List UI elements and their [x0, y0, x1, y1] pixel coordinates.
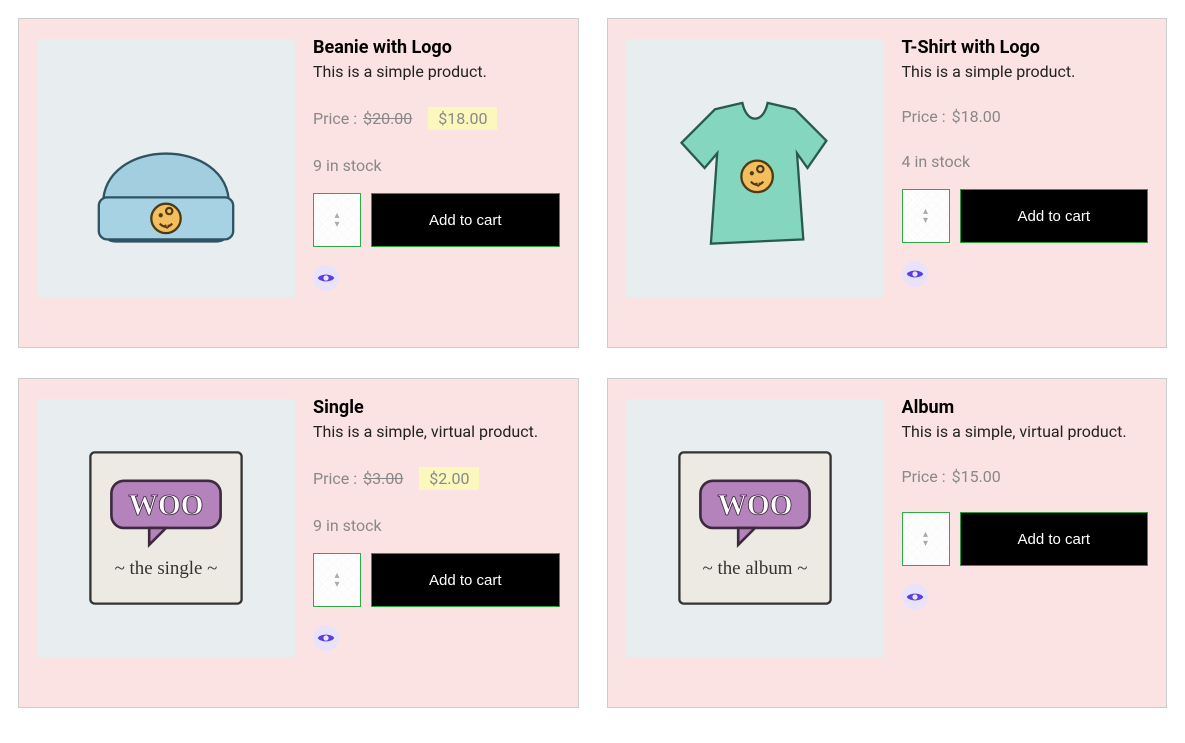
eye-icon: [906, 591, 924, 603]
tshirt-image: [650, 63, 860, 273]
product-card: Beanie with Logo This is a simple produc…: [18, 18, 579, 348]
woo-single-image: WOO ~ the single ~: [61, 423, 271, 633]
product-title: Single: [313, 397, 560, 418]
product-title: T-Shirt with Logo: [902, 37, 1149, 58]
price-line: Price : $3.00 $2.00: [313, 467, 560, 490]
svg-text:WOO: WOO: [717, 489, 792, 521]
quick-view-button[interactable]: [313, 265, 339, 291]
quantity-stepper[interactable]: ▴▾: [902, 512, 950, 566]
stepper-arrows-icon: ▴▾: [923, 207, 928, 225]
add-to-cart-button[interactable]: Add to cart: [371, 553, 560, 607]
product-image: WOO ~ the single ~: [37, 399, 295, 657]
price-regular: $18.00: [952, 107, 1001, 126]
stock-count: 4 in stock: [902, 152, 1149, 171]
price-sale: $2.00: [419, 467, 479, 490]
quantity-stepper[interactable]: ▴▾: [313, 193, 361, 247]
quick-view-button[interactable]: [902, 261, 928, 287]
quantity-stepper[interactable]: ▴▾: [902, 189, 950, 243]
product-image: WOO ~ the album ~: [626, 399, 884, 657]
product-title: Beanie with Logo: [313, 37, 560, 58]
price-label: Price :: [313, 109, 357, 128]
stepper-arrows-icon: ▴▾: [923, 530, 928, 548]
eye-icon: [317, 272, 335, 284]
product-description: This is a simple product.: [313, 62, 560, 81]
price-label: Price :: [902, 467, 946, 486]
eye-icon: [317, 632, 335, 644]
product-image: [37, 39, 295, 297]
svg-text:~ the single ~: ~ the single ~: [115, 558, 218, 579]
svg-text:WOO: WOO: [128, 489, 203, 521]
stock-count: 9 in stock: [313, 516, 560, 535]
product-grid: Beanie with Logo This is a simple produc…: [18, 18, 1167, 708]
price-old: $20.00: [363, 109, 412, 128]
stepper-arrows-icon: ▴▾: [334, 211, 339, 229]
product-card: WOO ~ the album ~ Album This is a simple…: [607, 378, 1168, 708]
product-image: [626, 39, 884, 297]
add-to-cart-button[interactable]: Add to cart: [371, 193, 560, 247]
quick-view-button[interactable]: [902, 584, 928, 610]
price-line: Price : $15.00: [902, 467, 1149, 486]
product-description: This is a simple product.: [902, 62, 1149, 81]
add-to-cart-button[interactable]: Add to cart: [960, 189, 1149, 243]
price-old: $3.00: [363, 469, 403, 488]
price-sale: $18.00: [428, 107, 497, 130]
product-description: This is a simple, virtual product.: [902, 422, 1149, 441]
product-card: WOO ~ the single ~ Single This is a simp…: [18, 378, 579, 708]
price-regular: $15.00: [952, 467, 1001, 486]
eye-icon: [906, 268, 924, 280]
woo-album-image: WOO ~ the album ~: [650, 423, 860, 633]
add-to-cart-button[interactable]: Add to cart: [960, 512, 1149, 566]
quantity-stepper[interactable]: ▴▾: [313, 553, 361, 607]
stock-count: 9 in stock: [313, 156, 560, 175]
beanie-image: [61, 63, 271, 273]
price-line: Price : $18.00: [902, 107, 1149, 126]
price-label: Price :: [902, 107, 946, 126]
quick-view-button[interactable]: [313, 625, 339, 651]
product-title: Album: [902, 397, 1149, 418]
stepper-arrows-icon: ▴▾: [334, 571, 339, 589]
svg-text:~ the album ~: ~ the album ~: [702, 558, 807, 579]
product-card: T-Shirt with Logo This is a simple produ…: [607, 18, 1168, 348]
product-description: This is a simple, virtual product.: [313, 422, 560, 441]
price-label: Price :: [313, 469, 357, 488]
price-line: Price : $20.00 $18.00: [313, 107, 560, 130]
